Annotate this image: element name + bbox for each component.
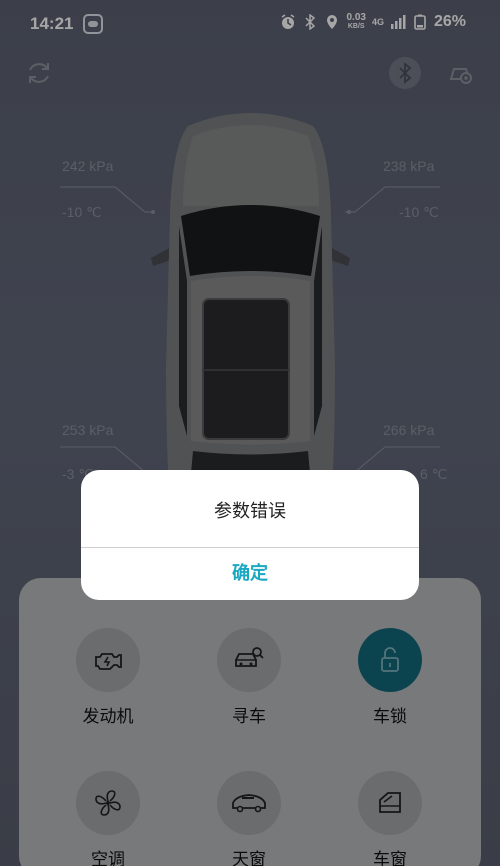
modal-overlay[interactable] — [0, 0, 500, 866]
dialog-message: 参数错误 — [214, 501, 286, 522]
error-dialog: 参数错误 确定 — [81, 470, 419, 600]
confirm-button[interactable]: 确定 — [81, 548, 419, 600]
